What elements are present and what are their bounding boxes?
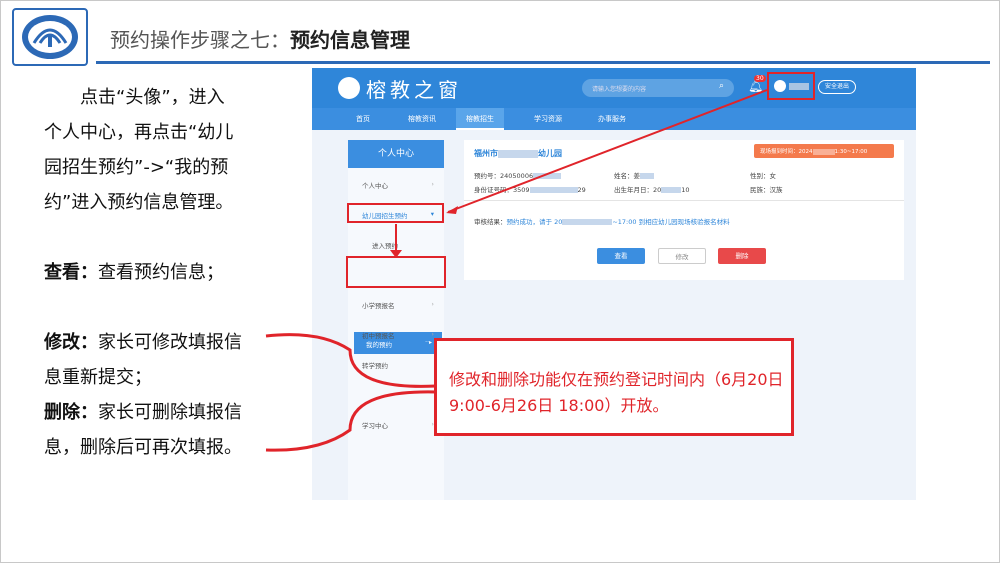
annotation-overlay — [265, 89, 768, 452]
arrowhead-icon — [390, 250, 402, 258]
arrowhead-icon — [446, 206, 458, 214]
time-limit-note: 修改和删除功能仅在预约登记时间内（6月20日 9:00-6月26日 18:00）… — [434, 338, 794, 436]
bracket-delete — [265, 390, 437, 452]
arrow-avatar-to-sidebar — [447, 89, 768, 213]
bracket-edit — [265, 333, 437, 388]
time-limit-text: 修改和删除功能仅在预约登记时间内（6月20日 9:00-6月26日 18:00）… — [449, 370, 784, 415]
